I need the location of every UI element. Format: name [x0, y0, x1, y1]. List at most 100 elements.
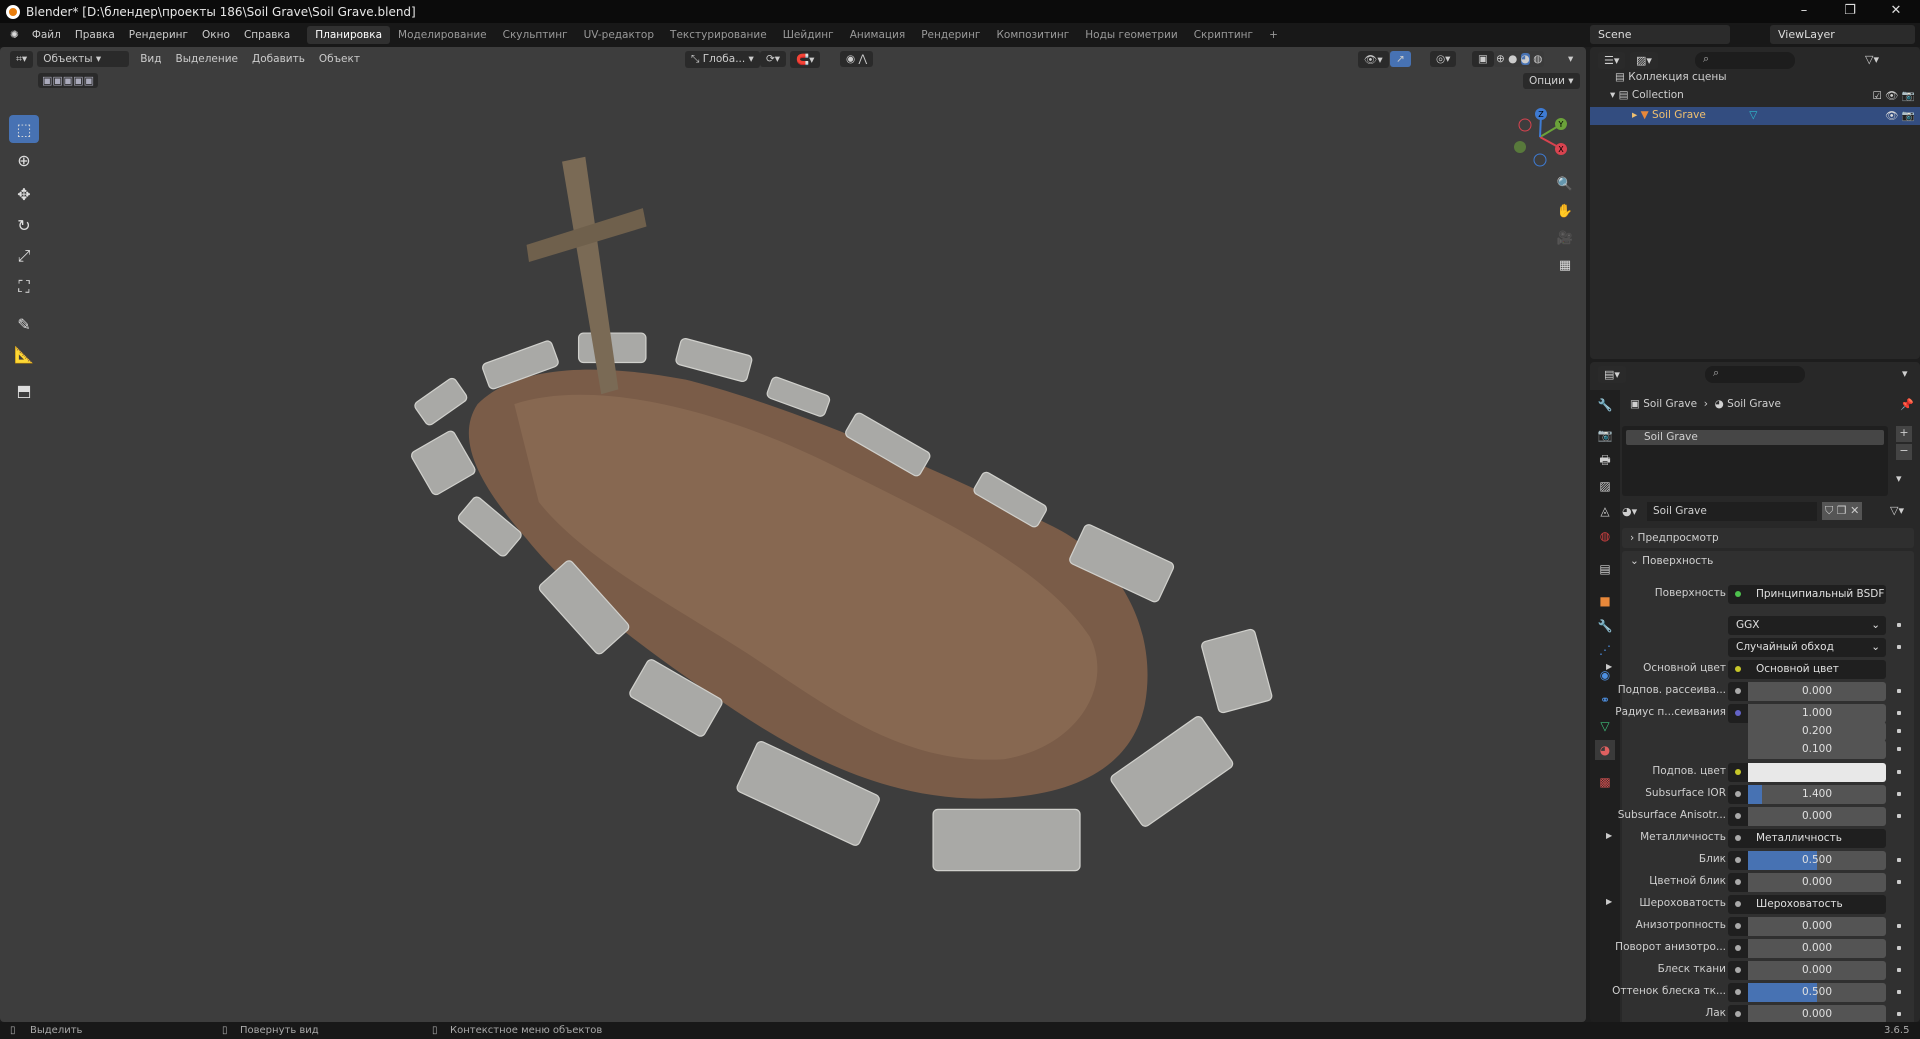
number-field[interactable]: 0.000	[1748, 682, 1886, 701]
outliner-filter-type-icon[interactable]: ▨▾	[1630, 52, 1658, 69]
keyframe-dot-icon[interactable]	[1897, 770, 1901, 774]
keyframe-dot-icon[interactable]	[1897, 729, 1901, 733]
rotate-tool-icon[interactable]: ↻	[9, 211, 39, 239]
keyframe-dot-icon[interactable]	[1897, 924, 1901, 928]
object-visibility-icons[interactable]: 👁 📷	[1885, 109, 1915, 122]
keyframe-dot-icon[interactable]	[1897, 1012, 1901, 1016]
pan-view-icon[interactable]: ✋	[1553, 200, 1577, 224]
keyframe-dot-icon[interactable]	[1897, 814, 1901, 818]
menu-file[interactable]: Файл	[25, 29, 68, 41]
property-dropdown[interactable]: GGX ⌄	[1728, 616, 1886, 635]
socket-icon[interactable]	[1728, 1005, 1748, 1022]
linked-input[interactable]: Принципиальный BSDF	[1748, 585, 1886, 604]
color-field[interactable]	[1748, 763, 1886, 782]
socket-icon[interactable]	[1728, 983, 1748, 1002]
navigation-gizmo[interactable]: Y X Z	[1505, 102, 1575, 172]
measure-tool-icon[interactable]: 📐	[9, 340, 39, 368]
menu-window[interactable]: Окно	[195, 29, 237, 41]
keyframe-dot-icon[interactable]	[1897, 858, 1901, 862]
3d-viewport[interactable]: ⌗▾ Объекты ▾ Вид Выделение Добавить Объе…	[0, 47, 1586, 1022]
menu-render[interactable]: Рендеринг	[122, 29, 195, 41]
add-slot-button[interactable]: +	[1896, 426, 1912, 442]
material-name-field[interactable]: Soil Grave	[1647, 502, 1817, 521]
pin-icon[interactable]: 📌	[1900, 398, 1914, 411]
preview-panel-header[interactable]: › Предпросмотр	[1622, 528, 1914, 548]
socket-icon[interactable]	[1728, 873, 1748, 892]
collection-tab-icon[interactable]: ▤	[1595, 559, 1615, 579]
socket-icon[interactable]	[1728, 961, 1748, 980]
keyframe-dot-icon[interactable]	[1897, 792, 1901, 796]
keyframe-dot-icon[interactable]	[1897, 946, 1901, 950]
tab-scripting[interactable]: Скриптинг	[1186, 26, 1261, 44]
number-field[interactable]: 0.100	[1748, 740, 1886, 759]
socket-icon[interactable]	[1728, 763, 1748, 782]
socket-icon[interactable]	[1728, 939, 1748, 958]
tab-rendering[interactable]: Рендеринг	[913, 26, 988, 44]
tab-uv-editing[interactable]: UV-редактор	[576, 26, 662, 44]
menu-help[interactable]: Справка	[237, 29, 297, 41]
socket-icon[interactable]	[1728, 785, 1748, 804]
editor-type-icon[interactable]: ▤▾	[1598, 366, 1626, 383]
keyframe-dot-icon[interactable]	[1897, 990, 1901, 994]
outliner-object-soil-grave[interactable]: ▸ ▼ Soil Grave ▽ 👁 📷	[1590, 107, 1920, 125]
socket-icon[interactable]	[1728, 851, 1748, 870]
socket-icon[interactable]	[1728, 917, 1748, 936]
view-layer-selector[interactable]: ViewLayer	[1770, 25, 1915, 44]
socket-icon[interactable]	[1728, 895, 1748, 914]
number-field[interactable]: 0.000	[1748, 1005, 1886, 1022]
tab-texture-paint[interactable]: Текстурирование	[662, 26, 775, 44]
tab-shading[interactable]: Шейдинг	[775, 26, 842, 44]
remove-slot-button[interactable]: −	[1896, 444, 1912, 460]
properties-search-input[interactable]: ⌕	[1705, 366, 1805, 383]
socket-icon[interactable]	[1728, 585, 1748, 604]
select-box-tool-icon[interactable]: ⬚	[9, 115, 39, 143]
socket-icon[interactable]	[1728, 660, 1748, 679]
keyframe-dot-icon[interactable]	[1897, 747, 1901, 751]
zoom-view-icon[interactable]: 🔍	[1553, 173, 1577, 197]
material-slot-item[interactable]: Soil Grave	[1626, 430, 1884, 445]
perspective-toggle-icon[interactable]: ▦	[1553, 254, 1577, 278]
add-workspace-button[interactable]: +	[1261, 26, 1286, 44]
cursor-tool-icon[interactable]: ⊕	[9, 146, 39, 174]
collection-visibility-icons[interactable]: ☑ 👁 📷	[1873, 89, 1916, 102]
tab-sculpting[interactable]: Скульптинг	[495, 26, 576, 44]
view-layer-tab-icon[interactable]: ▨	[1595, 476, 1615, 496]
keyframe-dot-icon[interactable]	[1897, 645, 1901, 649]
number-field[interactable]: 0.000	[1748, 873, 1886, 892]
maximize-button[interactable]: ❐	[1828, 0, 1872, 23]
fake-user-shield-duplicate-unlink-buttons[interactable]: ⛉ ❐ ✕	[1822, 502, 1863, 520]
linked-input[interactable]: Металличность	[1748, 829, 1886, 848]
filter-icon[interactable]: ▽▾	[1865, 53, 1879, 66]
number-field[interactable]: 0.000	[1748, 939, 1886, 958]
outliner-search-input[interactable]: ⌕	[1695, 52, 1795, 69]
tab-layout[interactable]: Планировка	[307, 26, 391, 44]
scale-tool-icon[interactable]: ⤢	[9, 242, 39, 270]
render-tab-icon[interactable]: 📷	[1595, 425, 1615, 445]
number-field[interactable]: 0.500	[1748, 851, 1886, 870]
keyframe-dot-icon[interactable]	[1897, 711, 1901, 715]
socket-icon[interactable]	[1728, 682, 1748, 701]
number-field[interactable]: 1.400	[1748, 785, 1886, 804]
tab-compositing[interactable]: Композитинг	[988, 26, 1077, 44]
add-cube-tool-icon[interactable]: ⬒	[9, 376, 39, 404]
number-field[interactable]: 0.500	[1748, 983, 1886, 1002]
keyframe-dot-icon[interactable]	[1897, 689, 1901, 693]
tab-animation[interactable]: Анимация	[842, 26, 914, 44]
expand-arrow-icon[interactable]: ▶	[1606, 831, 1612, 840]
output-tab-icon[interactable]: 🖶	[1595, 450, 1615, 470]
transform-tool-icon[interactable]: ⛶	[9, 273, 39, 301]
properties-options-icon[interactable]: ▾	[1902, 367, 1908, 380]
socket-icon[interactable]	[1728, 807, 1748, 826]
linked-input[interactable]: Основной цвет	[1748, 660, 1886, 679]
camera-view-icon[interactable]: 🎥	[1553, 227, 1577, 251]
link-type-icon[interactable]: ▽▾	[1890, 504, 1904, 517]
keyframe-dot-icon[interactable]	[1897, 623, 1901, 627]
property-dropdown[interactable]: Случайный обход ⌄	[1728, 638, 1886, 657]
expand-arrow-icon[interactable]: ▶	[1606, 662, 1612, 671]
scene-selector[interactable]: Scene	[1590, 25, 1730, 44]
number-field[interactable]: 0.000	[1748, 961, 1886, 980]
blender-menu-icon[interactable]: ✺	[10, 29, 19, 41]
slot-menu-icon[interactable]: ▾	[1896, 472, 1902, 485]
tab-geometry-nodes[interactable]: Ноды геометрии	[1077, 26, 1185, 44]
tab-modeling[interactable]: Моделирование	[390, 26, 495, 44]
